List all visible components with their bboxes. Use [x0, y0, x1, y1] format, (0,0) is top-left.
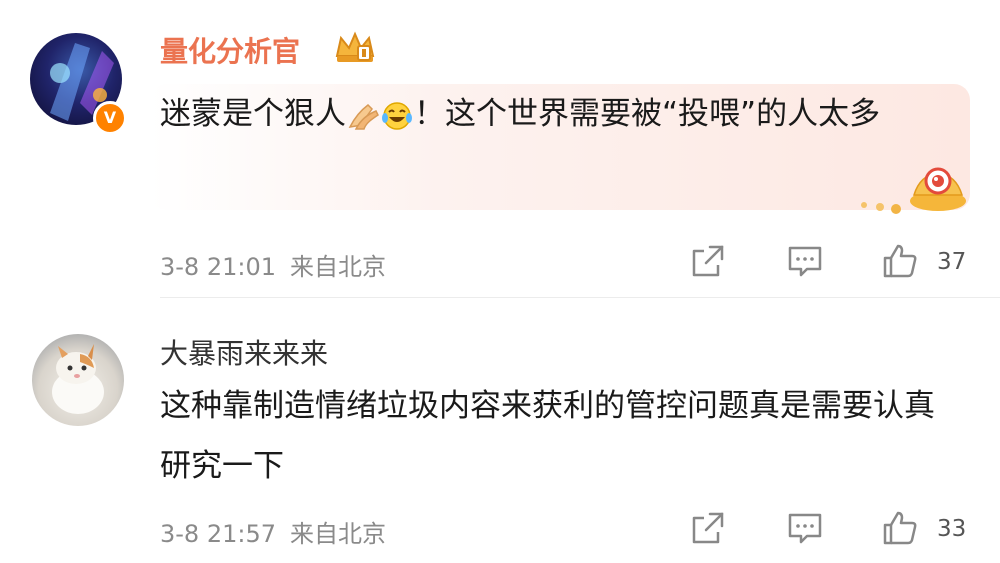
divider: [160, 297, 1000, 298]
vip-crown-icon: [335, 31, 375, 62]
like-count: 33: [937, 516, 967, 542]
avatar[interactable]: [32, 334, 124, 426]
like-count: 37: [937, 249, 967, 275]
comment-meta: 3-8 21:57 来自北京: [160, 514, 386, 549]
gold-ingot-icon: [861, 167, 966, 214]
comment-text: 这种靠制造情绪垃圾内容来获利的管控问题真是需要认真研究一下: [160, 388, 935, 484]
verified-badge: V: [93, 101, 127, 135]
comment-date: 3-8 21:57: [160, 520, 276, 548]
comment-location: 来自北京: [290, 253, 386, 281]
comment-meta: 3-8 21:01 来自北京: [160, 247, 386, 282]
comment-date: 3-8 21:01: [160, 253, 276, 281]
share-icon[interactable]: [690, 510, 726, 546]
thumbs-up-icon[interactable]: [882, 243, 918, 279]
username[interactable]: 大暴雨来来来: [160, 332, 328, 372]
comment-location: 来自北京: [290, 520, 386, 548]
clapping-hands-icon: [348, 103, 379, 130]
tears-of-joy-icon: [382, 101, 412, 130]
share-icon[interactable]: [690, 243, 726, 279]
comment-icon[interactable]: [787, 243, 823, 279]
username[interactable]: 量化分析官: [160, 30, 300, 70]
comment-item: 大暴雨来来来 这种靠制造情绪垃圾内容来获利的管控问题真是需要认真研究一下 3-8…: [0, 303, 1000, 563]
comment-item: V 量化分析官 迷蒙是个狠人 ！这个世界需要被“投喂”的人太多 3-8 21:01…: [0, 0, 1000, 295]
comment-icon[interactable]: [787, 510, 823, 546]
comment-text: 迷蒙是个狠人 ！这个世界需要被“投喂”的人太多: [160, 96, 881, 132]
thumbs-up-icon[interactable]: [882, 510, 918, 546]
